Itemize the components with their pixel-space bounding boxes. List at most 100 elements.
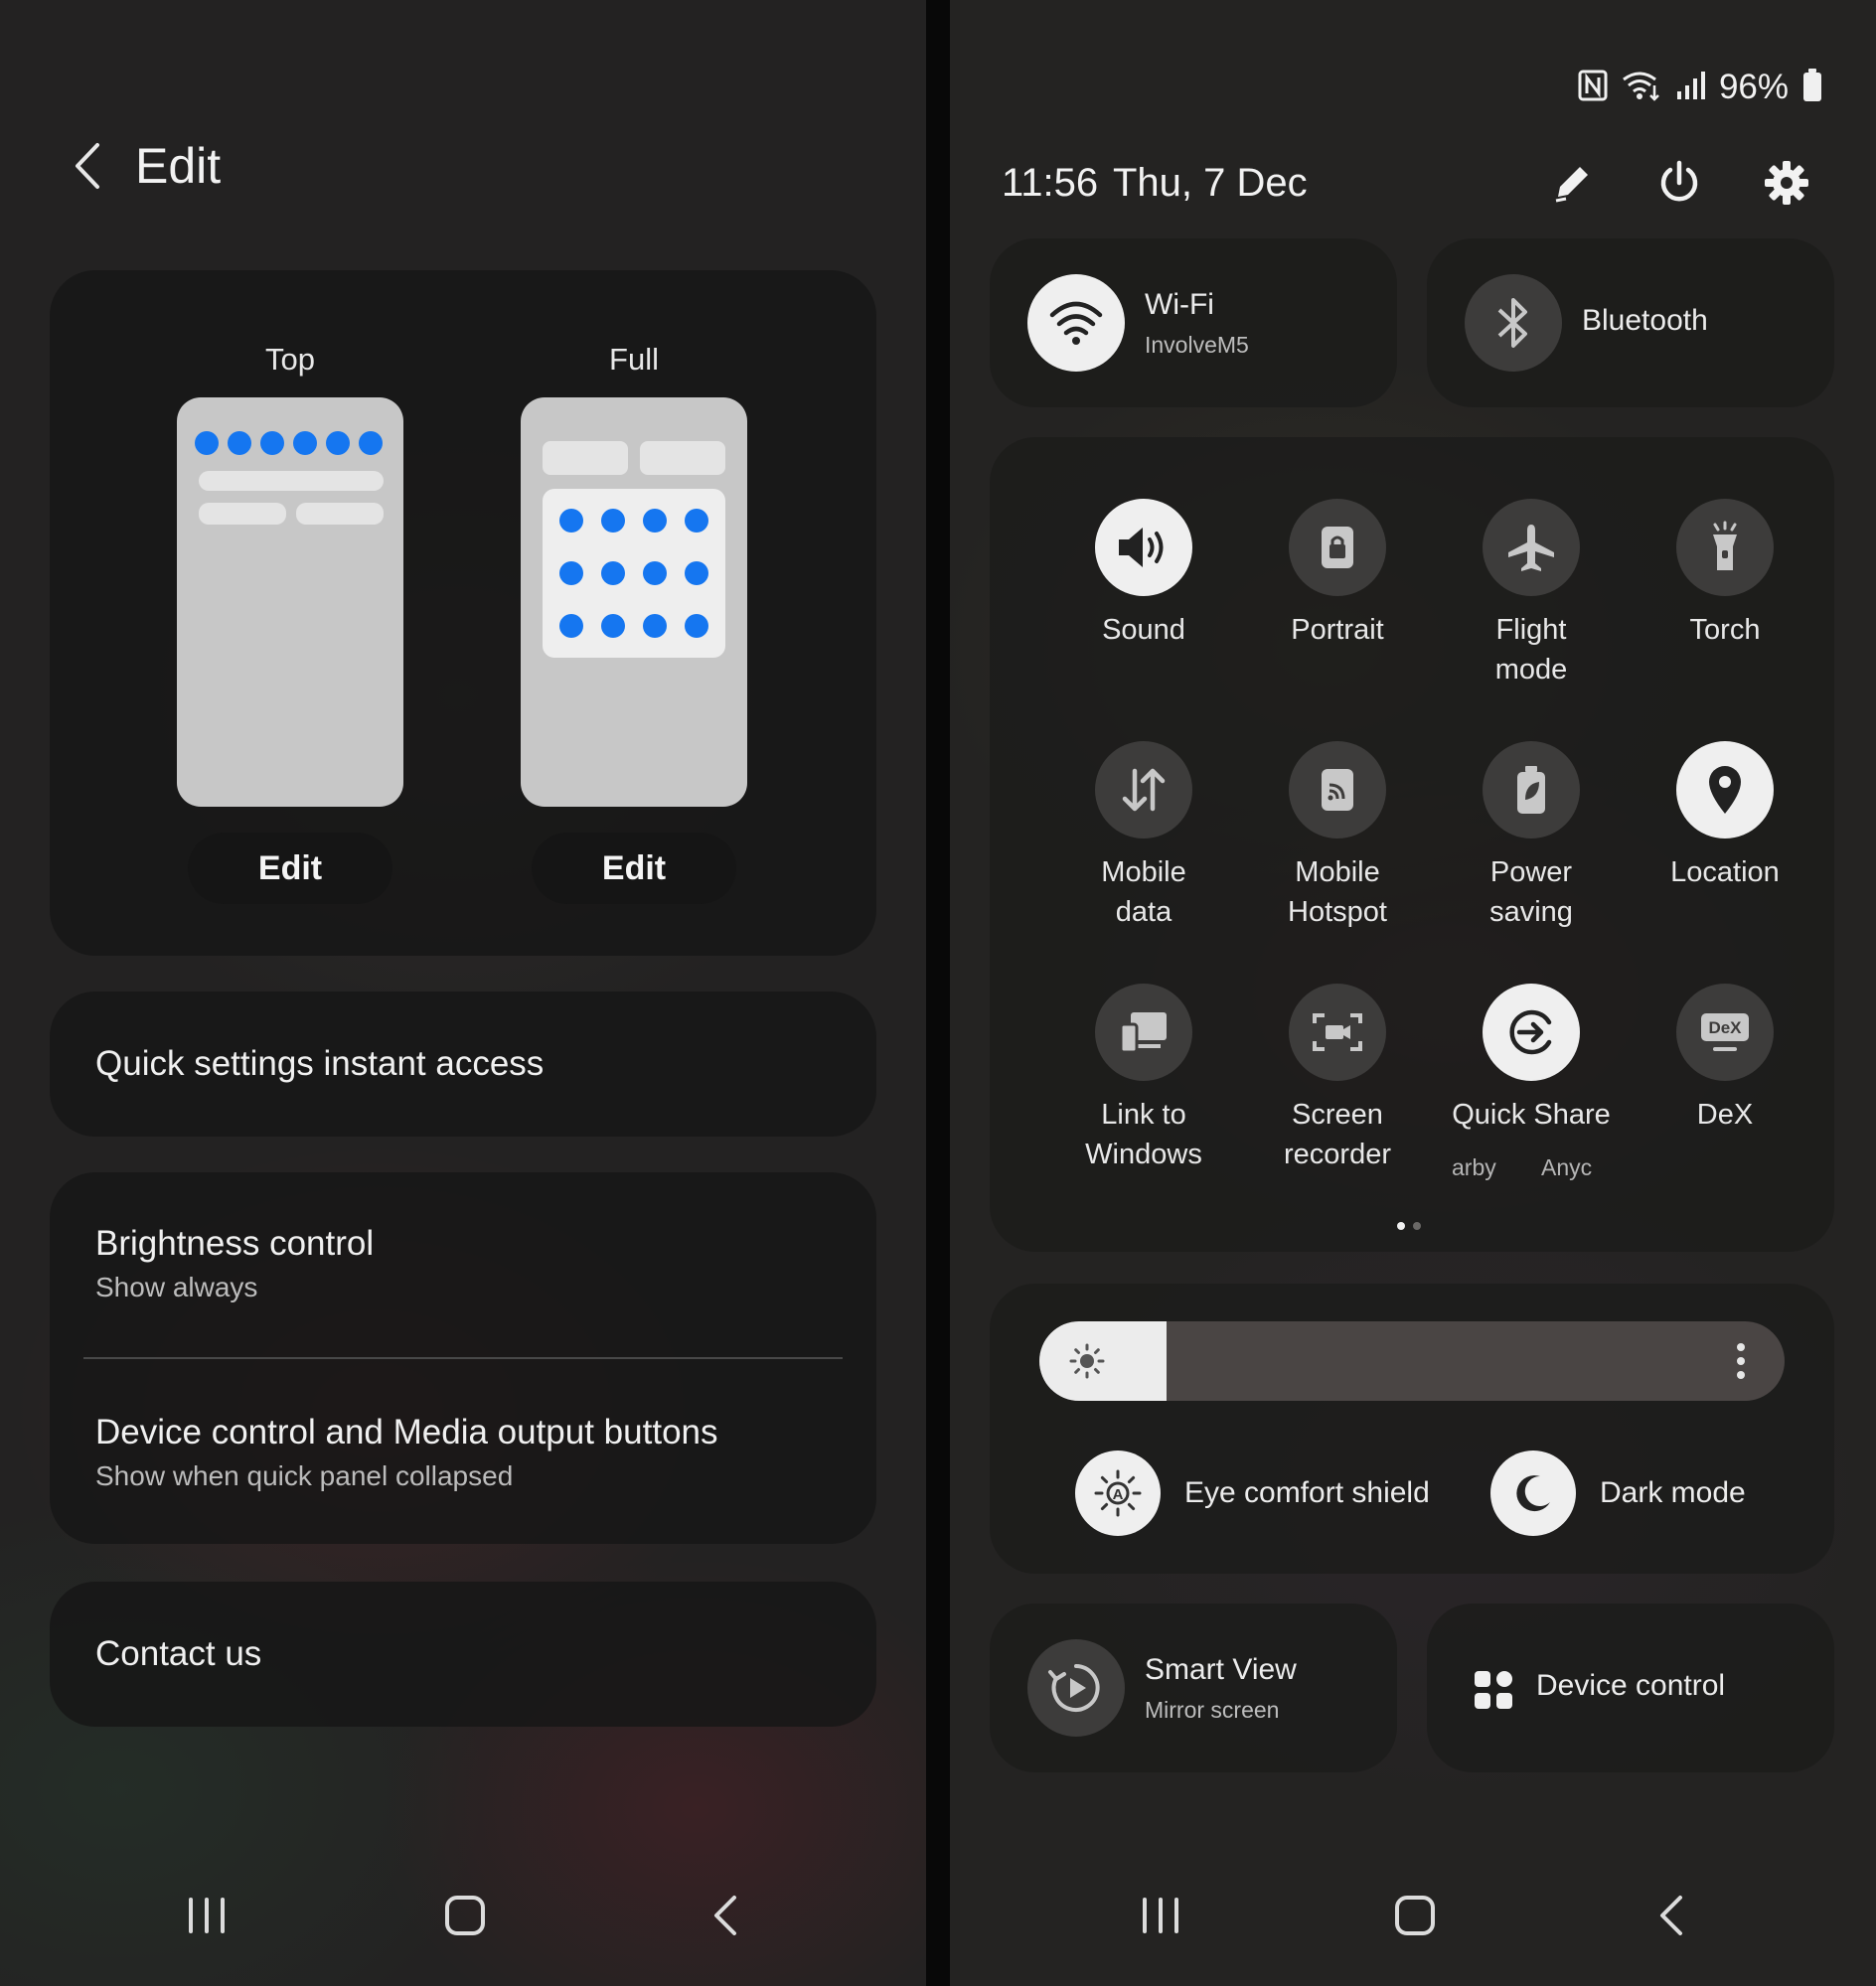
device-control-tile[interactable]: Device control [1427,1604,1834,1772]
location-pin-icon[interactable] [1676,741,1774,839]
layout-preview-full[interactable] [521,397,747,807]
svg-text:A: A [1113,1486,1124,1503]
signal-icon [1675,70,1705,106]
brightness-slider[interactable] [1039,1321,1785,1401]
moon-icon[interactable] [1490,1451,1576,1536]
tile-portrait[interactable]: Portrait [1240,499,1435,650]
screen-divider [926,0,950,1986]
mobile-data-icon[interactable] [1095,741,1192,839]
display-options-card: Brightness control Show always Device co… [50,1172,876,1544]
eye-comfort-shield-toggle[interactable]: A Eye comfort shield [1075,1451,1430,1536]
layout-label-top: Top [265,342,315,377]
bluetooth-icon[interactable] [1465,274,1562,372]
quick-share-subtitle-right: Anyc [1541,1154,1593,1180]
tile-dex[interactable]: DeX DeX [1628,984,1822,1135]
back-nav-icon[interactable] [686,1881,765,1950]
torch-icon[interactable] [1676,499,1774,596]
tile-label: Power saving [1489,856,1573,928]
tile-label: Location [1670,856,1780,888]
device-media-buttons-row[interactable]: Device control and Media output buttons … [95,1413,841,1492]
tile-label: Flight mode [1494,614,1568,686]
page-dot[interactable] [1413,1222,1421,1230]
quick-share-icon[interactable] [1483,984,1580,1081]
navigation-bar [950,1857,1876,1986]
sound-icon[interactable] [1095,499,1192,596]
home-icon[interactable] [425,1881,505,1950]
link-to-windows-icon[interactable] [1095,984,1192,1081]
tile-screen-recorder[interactable]: Screen recorder [1240,984,1435,1174]
edit-panel: Edit Top Edit Full Edit Quick settings i… [0,0,926,1986]
tile-grid-preview [543,489,725,658]
quick-settings-instant-access-row[interactable]: Quick settings instant access [50,992,876,1137]
tile-link-to-windows[interactable]: Link to Windows [1046,984,1241,1174]
tile-label: Link to Windows [1085,1099,1202,1170]
home-icon[interactable] [1375,1881,1455,1950]
tile-sound[interactable]: Sound [1046,499,1241,650]
portrait-lock-icon[interactable] [1289,499,1386,596]
eye-comfort-label: Eye comfort shield [1184,1476,1430,1509]
page-indicator [1397,1222,1421,1230]
wifi-tile[interactable]: Wi-Fi InvolveM5 [990,238,1397,407]
tile-power-saving[interactable]: Power saving [1434,741,1629,932]
device-control-grid-icon[interactable] [1473,1669,1514,1716]
date[interactable]: Thu, 7 Dec [1113,161,1308,206]
edit-top-button[interactable]: Edit [188,833,392,904]
dark-mode-toggle[interactable]: Dark mode [1490,1451,1746,1536]
recents-icon[interactable] [1121,1881,1200,1950]
tile-flight-mode[interactable]: Flight mode [1434,499,1629,689]
back-arrow-icon[interactable] [72,141,111,191]
layout-preview-top[interactable] [177,397,403,807]
tile-label: Quick Share [1452,1099,1611,1131]
eye-comfort-icon[interactable]: A [1075,1451,1161,1536]
edit-pencil-icon[interactable] [1544,155,1600,211]
navigation-bar [0,1857,926,1986]
battery-percentage: 96% [1718,68,1789,106]
tile-location[interactable]: Location [1628,741,1822,892]
brightness-card: A Eye comfort shield Dark mode [990,1284,1834,1574]
tile-label: Torch [1689,614,1761,646]
contact-us-row[interactable]: Contact us [50,1582,876,1727]
brightness-sun-icon [1069,1343,1105,1379]
clock: 11:56 [1002,161,1099,205]
page-dot-active[interactable] [1397,1222,1405,1230]
back-nav-icon[interactable] [1632,1881,1711,1950]
tile-label: Screen recorder [1284,1099,1391,1170]
power-saving-icon[interactable] [1483,741,1580,839]
smart-view-title: Smart View [1145,1653,1297,1686]
wifi-network-name: InvolveM5 [1145,332,1249,358]
power-icon[interactable] [1651,155,1707,211]
battery-icon [1802,68,1822,107]
smart-view-icon[interactable] [1027,1639,1125,1737]
wifi-icon[interactable] [1027,274,1125,372]
edit-full-button[interactable]: Edit [532,833,736,904]
tile-mobile-data[interactable]: Mobile data [1046,741,1241,932]
more-options-icon[interactable] [1735,1341,1747,1381]
brightness-control-row[interactable]: Brightness control Show always [95,1224,841,1303]
preview-bar [199,471,384,491]
airplane-icon[interactable] [1483,499,1580,596]
tile-quick-share[interactable]: Quick Share arby Anyc [1434,984,1629,1180]
preview-bar [640,441,725,475]
tile-dots-row [195,431,383,455]
page-title: Edit [135,138,222,194]
row-value: Show always [95,1272,258,1302]
tile-mobile-hotspot[interactable]: Mobile Hotspot [1240,741,1435,932]
status-bar: 96% [1578,68,1822,107]
tile-torch[interactable]: Torch [1628,499,1822,650]
preview-bar [543,441,628,475]
hotspot-icon[interactable] [1289,741,1386,839]
divider [83,1357,843,1359]
bluetooth-tile[interactable]: Bluetooth [1427,238,1834,407]
smart-view-tile[interactable]: Smart View Mirror screen [990,1604,1397,1772]
dex-icon[interactable]: DeX [1676,984,1774,1081]
tile-label: DeX [1696,1099,1754,1131]
row-title: Device control and Media output buttons [95,1413,718,1451]
quick-share-subtitle-left: arby [1452,1154,1496,1180]
layout-option-top[interactable]: Top Edit [177,342,403,904]
layout-option-full[interactable]: Full Edit [521,342,747,904]
row-title: Quick settings instant access [95,1044,545,1083]
settings-gear-icon[interactable] [1759,155,1814,211]
screen-recorder-icon[interactable] [1289,984,1386,1081]
dex-badge-text: DeX [1708,1018,1742,1037]
recents-icon[interactable] [167,1881,246,1950]
